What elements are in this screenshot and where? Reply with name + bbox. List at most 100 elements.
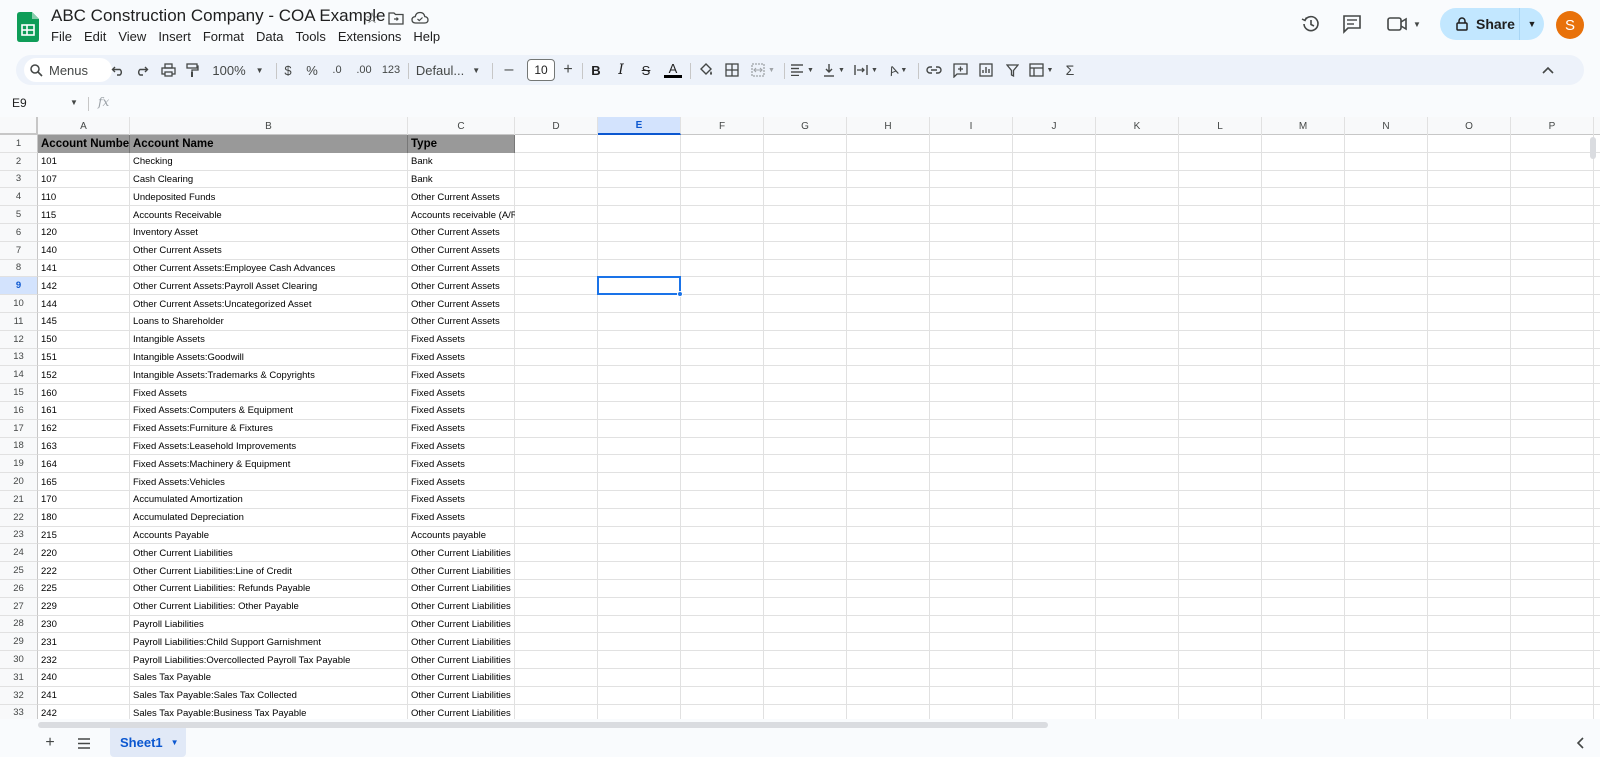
name-box[interactable]: E9 <box>12 96 27 110</box>
row-header-20[interactable]: 20 <box>0 473 38 491</box>
menu-extensions[interactable]: Extensions <box>332 28 408 48</box>
table-cell[interactable]: 141 <box>38 260 130 278</box>
table-cell[interactable]: Cash Clearing <box>130 171 408 189</box>
table-cell[interactable]: Fixed Assets <box>408 509 515 527</box>
table-cell[interactable]: Fixed Assets <box>408 473 515 491</box>
table-cell[interactable]: Other Current Liabilities <box>408 669 515 687</box>
row-header-17[interactable]: 17 <box>0 419 38 438</box>
row-header-9[interactable]: 9 <box>0 277 38 296</box>
select-all-corner[interactable] <box>0 117 38 135</box>
name-box-chevron-down-icon[interactable]: ▼ <box>70 98 78 107</box>
table-cell[interactable]: Fixed Assets <box>408 455 515 473</box>
table-cell[interactable]: Fixed Assets:Computers & Equipment <box>130 402 408 420</box>
row-header-21[interactable]: 21 <box>0 491 38 509</box>
row-header-22[interactable]: 22 <box>0 508 38 527</box>
table-cell[interactable]: Other Current Liabilities <box>130 544 408 562</box>
print-icon[interactable] <box>158 58 178 82</box>
spreadsheet-grid[interactable]: ABCDEFGHIJKLMNOP 1 2 3 4 5 6 7 8 9 10 11 12 13 14 15 16… <box>0 117 1600 719</box>
menu-file[interactable]: File <box>45 28 78 48</box>
column-header-i[interactable]: I <box>930 117 1013 135</box>
table-cell[interactable]: Payroll Liabilities:Overcollected Payrol… <box>130 651 408 669</box>
table-cell[interactable]: Other Current Assets <box>130 242 408 260</box>
move-folder-icon[interactable] <box>386 8 406 28</box>
table-cell[interactable]: Other Current Liabilities: Other Payable <box>130 598 408 616</box>
table-cell[interactable]: Fixed Assets <box>408 402 515 420</box>
menu-format[interactable]: Format <box>197 28 250 48</box>
row-header-11[interactable]: 11 <box>0 313 38 331</box>
table-cell[interactable]: Other Current Liabilities <box>408 562 515 580</box>
table-cell[interactable]: 180 <box>38 509 130 527</box>
table-cell[interactable]: 120 <box>38 224 130 242</box>
redo-icon[interactable] <box>132 58 152 82</box>
table-cell[interactable]: 225 <box>38 580 130 598</box>
menu-data[interactable]: Data <box>250 28 289 48</box>
column-header-m[interactable]: M <box>1262 117 1345 135</box>
table-cell[interactable]: 152 <box>38 366 130 384</box>
insert-link-icon[interactable] <box>924 58 944 82</box>
italic-button[interactable]: I <box>611 58 631 82</box>
table-cell[interactable]: Inventory Asset <box>130 224 408 242</box>
table-cell[interactable]: 140 <box>38 242 130 260</box>
table-cell[interactable]: 242 <box>38 705 130 719</box>
table-cell[interactable]: Intangible Assets <box>130 331 408 349</box>
row-header-25[interactable]: 25 <box>0 562 38 580</box>
strikethrough-button[interactable]: S <box>636 58 656 82</box>
menu-edit[interactable]: Edit <box>78 28 112 48</box>
table-cell[interactable]: 150 <box>38 331 130 349</box>
table-cell[interactable]: 161 <box>38 402 130 420</box>
column-header-p[interactable]: P <box>1511 117 1594 135</box>
row-header-18[interactable]: 18 <box>0 437 38 456</box>
share-dropdown-chevron-icon[interactable]: ▼ <box>1520 19 1544 29</box>
table-cell[interactable]: 145 <box>38 313 130 331</box>
row-header-8[interactable]: 8 <box>0 259 38 278</box>
table-cell[interactable]: Fixed Assets:Furniture & Fixtures <box>130 420 408 438</box>
row-header-23[interactable]: 23 <box>0 526 38 545</box>
table-cell[interactable]: 232 <box>38 651 130 669</box>
row-header-29[interactable]: 29 <box>0 633 38 652</box>
row-header-16[interactable]: 16 <box>0 402 38 420</box>
table-cell[interactable]: Loans to Shareholder <box>130 313 408 331</box>
functions-sigma-icon[interactable]: Σ <box>1060 58 1080 82</box>
table-cell[interactable]: 151 <box>38 349 130 367</box>
row-header-10[interactable]: 10 <box>0 295 38 313</box>
header-cell[interactable]: Account Number <box>38 135 130 153</box>
row-header-5[interactable]: 5 <box>0 206 38 224</box>
version-history-icon[interactable] <box>1299 12 1323 36</box>
row-header-15[interactable]: 15 <box>0 384 38 402</box>
increase-decimal-button[interactable]: .00 <box>352 58 376 82</box>
row-header-14[interactable]: 14 <box>0 366 38 385</box>
table-cell[interactable]: Fixed Assets <box>408 491 515 509</box>
table-cell[interactable]: Accounts Payable <box>130 527 408 545</box>
table-cell[interactable]: Other Current Liabilities: Refunds Payab… <box>130 580 408 598</box>
row-header-24[interactable]: 24 <box>0 544 38 563</box>
sheets-logo-icon[interactable] <box>17 12 39 42</box>
table-cell[interactable]: Bank <box>408 153 515 171</box>
table-cell[interactable]: Sales Tax Payable <box>130 669 408 687</box>
table-cell[interactable]: Other Current Assets <box>408 277 515 295</box>
table-cell[interactable]: 163 <box>38 438 130 456</box>
paint-format-icon[interactable] <box>182 58 202 82</box>
column-header-a[interactable]: A <box>38 117 130 135</box>
column-header-k[interactable]: K <box>1096 117 1179 135</box>
table-cell[interactable]: Fixed Assets:Machinery & Equipment <box>130 455 408 473</box>
row-header-26[interactable]: 26 <box>0 580 38 598</box>
row-header-4[interactable]: 4 <box>0 188 38 207</box>
table-cell[interactable]: Other Current Liabilities <box>408 616 515 634</box>
row-header-3[interactable]: 3 <box>0 170 38 189</box>
table-cell[interactable]: Accounts payable <box>408 527 515 545</box>
table-cell[interactable]: Checking <box>130 153 408 171</box>
table-cell[interactable]: 231 <box>38 633 130 651</box>
table-cell[interactable]: Intangible Assets:Trademarks & Copyright… <box>130 366 408 384</box>
filter-views-icon[interactable]: ▼ <box>1026 58 1056 82</box>
table-cell[interactable]: 144 <box>38 295 130 313</box>
table-cell[interactable]: Accounts receivable (A/R) <box>408 206 515 224</box>
table-cell[interactable]: Other Current Liabilities <box>408 633 515 651</box>
table-cell[interactable]: 222 <box>38 562 130 580</box>
table-cell[interactable]: Other Current Assets:Payroll Asset Clear… <box>130 277 408 295</box>
document-title[interactable]: ABC Construction Company - COA Example <box>51 6 385 26</box>
menu-insert[interactable]: Insert <box>152 28 197 48</box>
insert-comment-icon[interactable] <box>950 58 970 82</box>
column-header-e[interactable]: E <box>598 117 681 135</box>
filter-icon[interactable] <box>1002 58 1022 82</box>
row-header-31[interactable]: 31 <box>0 669 38 687</box>
